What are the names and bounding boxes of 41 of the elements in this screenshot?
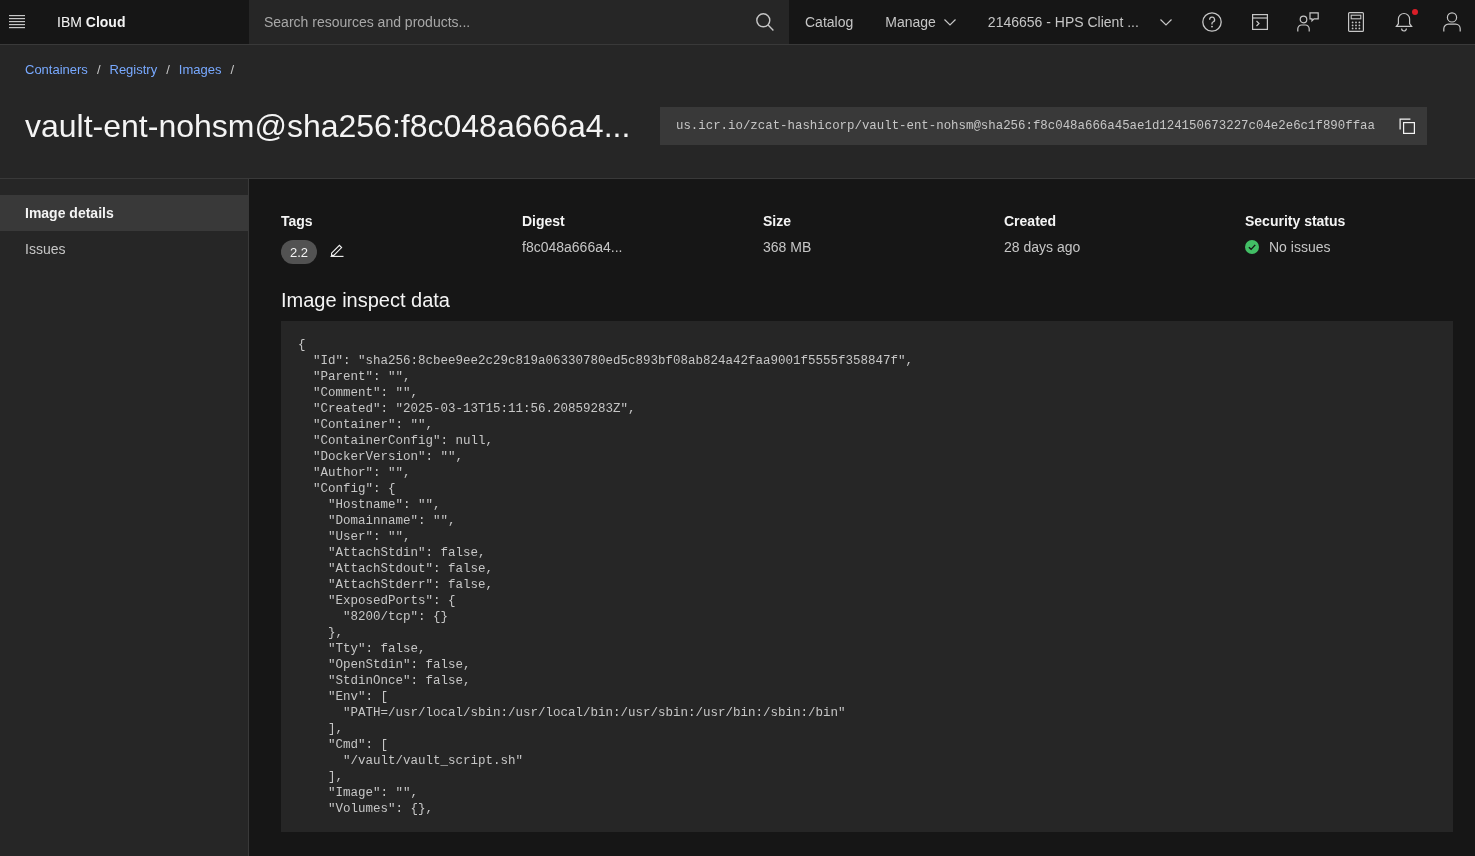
nav-menu-button[interactable]: Manage	[869, 0, 972, 44]
page-title: vault-ent-nohsm@sha256:f8c048a666a4...	[25, 107, 631, 145]
nav-link[interactable]: Catalog	[789, 0, 870, 44]
section-heading: Image inspect data	[281, 288, 451, 313]
copy-icon	[1399, 118, 1415, 134]
check-circle-icon	[1245, 240, 1259, 254]
tag: 2.2	[281, 240, 318, 264]
terminal-icon	[1251, 14, 1268, 30]
breadcrumb-separator: /	[96, 61, 101, 79]
side-nav-item[interactable]: Issues	[0, 231, 248, 267]
breadcrumb-separator: /	[166, 61, 170, 79]
search-icon[interactable]	[756, 13, 774, 31]
search-field[interactable]: Search resources and products...	[249, 0, 789, 44]
brand-name[interactable]: IBM Cloud	[57, 14, 126, 30]
breadcrumb-link[interactable]: Images	[178, 61, 222, 79]
user-icon	[1442, 12, 1461, 32]
person-chat-icon	[1296, 12, 1319, 32]
breadcrumb-link[interactable]: Containers	[25, 61, 88, 79]
code-block: { "Id": "sha256:8cbee9ee2c29c819a06330780ed5c893bf08ab824a42faa9001f5555f358847f", "Parent": "", "Comment": "", "Created": "2025-03-13T15:11:56.20859283Z", "Container": "", "ContainerConfig": null, "DockerVersion": "", "Author": "", "Config": { "Hostname": "", "Domainname": "", "User": "", "AttachStdin": false, "AttachStdout": false, "AttachStderr": false, "ExposedPorts": { "8200/tcp": {} }, "Tty": false, "OpenStdin": false, "StdinOnce": false, "Env": [ "PATH=/usr/local/sbin:/usr/local/bin:/usr/sbin:/usr/bin:/sbin:/bin" ], "Cmd": [ "/vault/vault_script.sh" ], "Image": "", "Volumes": {},	[281, 321, 1453, 832]
image-url-text: us.icr.io/zcat-hashicorp/vault-ent-nohsm@sha256:f8c048a666a45ae1d124150673227c04e2e6c1f890ffaa	[676, 119, 1375, 133]
bell-icon	[1393, 12, 1414, 32]
detail-label: Digest	[522, 212, 565, 231]
chevron-down-icon	[1159, 18, 1172, 26]
calculator-icon	[1347, 12, 1364, 32]
side-nav-item[interactable]: Image details	[0, 195, 248, 231]
help-icon	[1201, 12, 1222, 32]
detail-value: 28 days ago	[1004, 238, 1081, 256]
menu-icon	[9, 15, 25, 29]
detail-label: Size	[763, 212, 791, 231]
edit-tags-button[interactable]	[329, 242, 346, 258]
breadcrumb-link[interactable]: Registry	[109, 61, 158, 79]
detail-label: Tags	[281, 212, 313, 231]
detail-label: Created	[1004, 212, 1057, 231]
status-text: No issues	[1269, 238, 1331, 256]
chevron-down-icon	[943, 18, 956, 26]
detail-label: Security status	[1245, 212, 1346, 231]
detail-value: f8c048a666a4...	[522, 238, 623, 256]
breadcrumb-separator: /	[230, 61, 235, 79]
account-switcher[interactable]: 2146656 - HPS Client ...	[971, 0, 1188, 44]
detail-value: 368 MB	[763, 238, 812, 256]
pencil-icon	[330, 243, 345, 257]
